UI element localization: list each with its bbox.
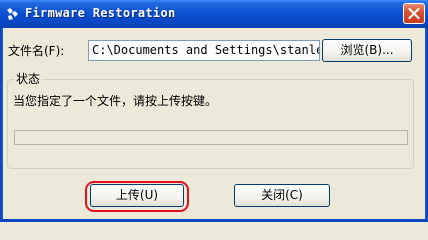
close-icon bbox=[408, 8, 420, 19]
file-path-input[interactable]: C:\Documents and Settings\stanle bbox=[88, 40, 320, 61]
upload-progress-bar bbox=[14, 130, 408, 145]
status-groupbox bbox=[7, 79, 414, 169]
upload-button[interactable]: 上传(U) bbox=[90, 184, 184, 207]
file-name-label: 文件名(F): bbox=[8, 44, 65, 58]
window-frame-bottom bbox=[0, 219, 428, 222]
window-title: Firmware Restoration bbox=[25, 6, 176, 20]
firmware-restoration-window: Firmware Restoration 文件名(F): C:\Document… bbox=[0, 0, 428, 222]
window-close-button[interactable] bbox=[403, 3, 425, 24]
status-message: 当您指定了一个文件，请按上传按键。 bbox=[13, 94, 218, 108]
app-icon bbox=[6, 7, 20, 21]
window-frame-left bbox=[0, 28, 3, 222]
status-group-legend: 状态 bbox=[14, 72, 43, 86]
browse-button[interactable]: 浏览(B)... bbox=[322, 39, 412, 62]
close-button[interactable]: 关闭(C) bbox=[234, 184, 330, 207]
title-bar[interactable]: Firmware Restoration bbox=[0, 0, 428, 28]
